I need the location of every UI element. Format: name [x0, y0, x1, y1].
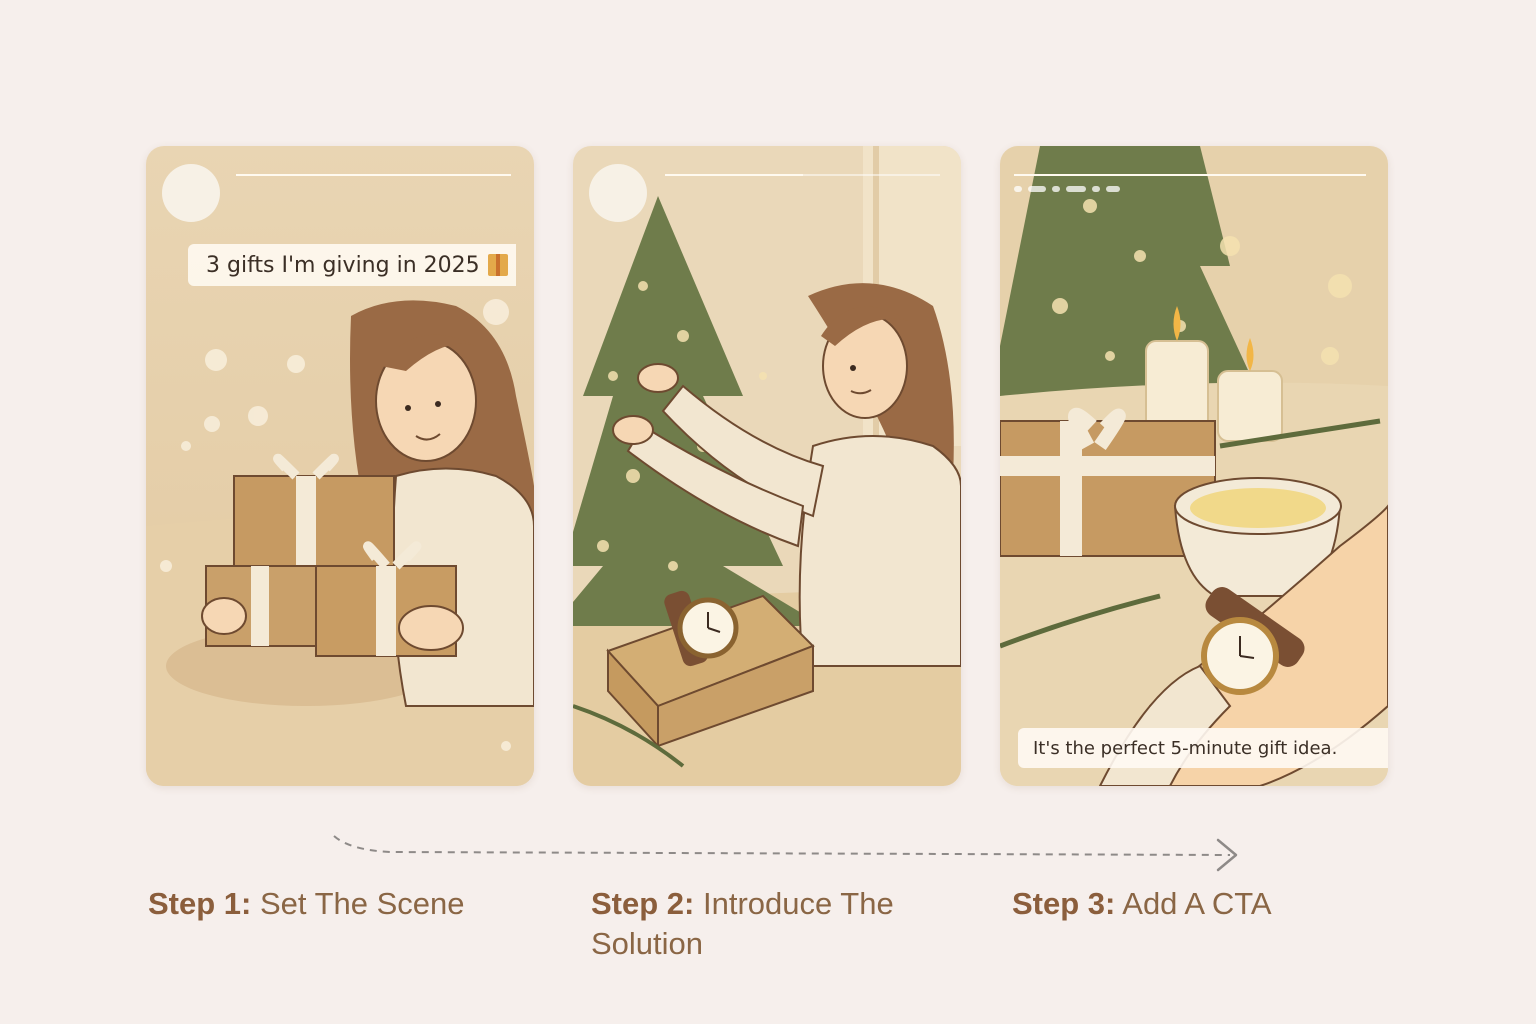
- story-caption: 3 gifts I'm giving in 2025: [188, 244, 516, 286]
- step-number: Step 2:: [591, 886, 695, 921]
- step-description: Add A CTA: [1122, 886, 1272, 921]
- step-3-label: Step 3: Add A CTA: [1012, 884, 1272, 924]
- step-number: Step 1:: [148, 886, 252, 921]
- flow-arrow: [333, 835, 1238, 872]
- step-number: Step 3:: [1012, 886, 1116, 921]
- story-segment-indicators: [1014, 186, 1120, 192]
- scene-watch-coffee-candles-illustration: [1000, 146, 1388, 786]
- step-2-label: Step 2: Introduce The Solution: [591, 884, 951, 964]
- story-progress-bar: [1014, 174, 1366, 176]
- profile-avatar[interactable]: [589, 164, 647, 222]
- caption-text: 3 gifts I'm giving in 2025: [206, 252, 480, 278]
- story-card-2[interactable]: [573, 146, 961, 786]
- story-progress-bar: [236, 174, 511, 176]
- caption-text: It's the perfect 5-minute gift idea.: [1033, 737, 1338, 759]
- story-progress-bar: [665, 174, 940, 176]
- scene-girl-holding-gifts-illustration: [146, 146, 534, 786]
- gift-icon: [487, 254, 508, 276]
- story-card-1[interactable]: 3 gifts I'm giving in 2025: [146, 146, 534, 786]
- profile-avatar[interactable]: [162, 164, 220, 222]
- step-description: Set The Scene: [259, 886, 465, 921]
- story-cta-caption: It's the perfect 5-minute gift idea.: [1018, 728, 1388, 768]
- scene-decorating-tree-with-watch-gift-illustration: [573, 146, 961, 786]
- story-card-3[interactable]: It's the perfect 5-minute gift idea.: [1000, 146, 1388, 786]
- step-1-label: Step 1: Set The Scene: [148, 884, 465, 924]
